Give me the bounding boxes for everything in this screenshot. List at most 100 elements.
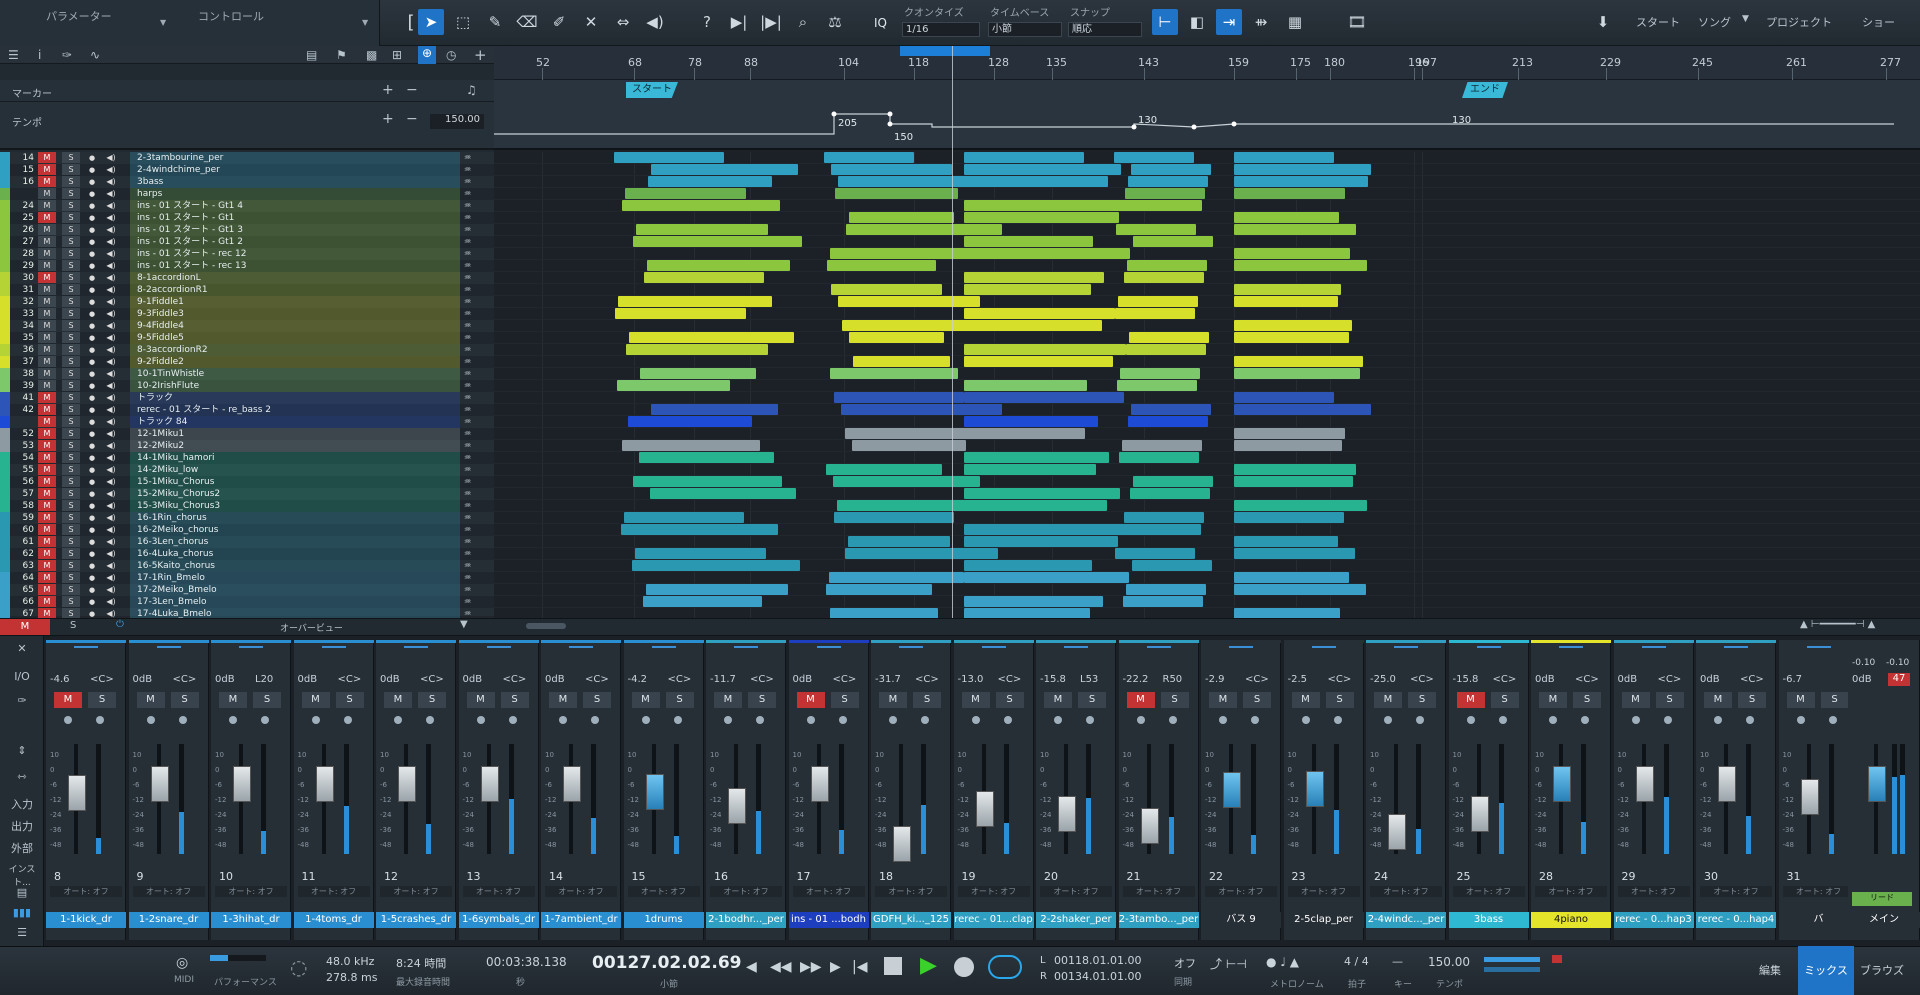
record-arm-icon[interactable]: ● bbox=[86, 356, 98, 367]
track-color-swatch[interactable] bbox=[0, 548, 10, 560]
start-page-tab[interactable]: スタート bbox=[1636, 14, 1680, 30]
track-solo-button[interactable]: S bbox=[62, 452, 80, 463]
monitor-enable-icon[interactable] bbox=[1003, 716, 1012, 724]
volume-fader[interactable] bbox=[1635, 766, 1654, 802]
channel-name[interactable]: rerec - 01...clap bbox=[953, 912, 1034, 928]
audio-event-clip[interactable] bbox=[626, 344, 768, 355]
track-name[interactable]: 8-3accordionR2 bbox=[137, 344, 208, 356]
close-mixer-icon[interactable]: ✕ bbox=[4, 642, 40, 655]
track-name[interactable]: 17-3Len_Bmelo bbox=[137, 596, 207, 608]
pan-readout[interactable]: <C> bbox=[833, 674, 857, 685]
track-name[interactable]: 16-4Luka_chorus bbox=[137, 548, 213, 560]
track-header-row[interactable]: 24 M S ● ◀) ins - 01 スタート - Gt1 4 ♒ bbox=[0, 200, 494, 212]
audio-event-clip[interactable] bbox=[1234, 164, 1371, 175]
audio-event-clip[interactable] bbox=[964, 572, 1129, 583]
pan-knob[interactable] bbox=[1229, 646, 1253, 656]
monitor-enable-icon[interactable] bbox=[921, 716, 929, 724]
audio-event-clip[interactable] bbox=[1126, 344, 1206, 355]
strip-mute-button[interactable]: M bbox=[549, 692, 577, 708]
track-name[interactable]: harps bbox=[137, 188, 162, 200]
track-solo-button[interactable]: S bbox=[62, 368, 80, 379]
automation-mode-button[interactable]: オート: オフ bbox=[1040, 886, 1112, 897]
pan-knob[interactable] bbox=[1559, 646, 1583, 656]
timeline-ruler[interactable]: 52 68 78 88 104 118 128 135 143 159 175 180 196 197 21… bbox=[494, 46, 1920, 80]
volume-readout[interactable]: -31.7 bbox=[875, 674, 901, 685]
strip-mute-button[interactable]: M bbox=[466, 692, 495, 708]
track-lane[interactable] bbox=[494, 572, 1920, 584]
record-enable-icon[interactable] bbox=[1054, 716, 1062, 724]
rewind-icon[interactable]: ◀◀ bbox=[770, 959, 792, 975]
track-lane[interactable] bbox=[494, 152, 1920, 164]
snap-toggle-icon[interactable]: ⊢ bbox=[1152, 9, 1178, 35]
strip-mute-button[interactable]: M bbox=[1209, 692, 1237, 708]
audio-event-clip[interactable] bbox=[1114, 152, 1194, 163]
pan-knob[interactable] bbox=[486, 646, 511, 656]
track-mute-button[interactable]: M bbox=[38, 260, 56, 271]
power-icon[interactable]: ⏻ bbox=[116, 619, 124, 630]
track-header-row[interactable]: 60 M S ● ◀) 16-2Meiko_chorus ♒ bbox=[0, 524, 494, 536]
pan-knob[interactable] bbox=[1641, 646, 1666, 656]
mute-tool-icon[interactable]: ✕ bbox=[578, 9, 604, 35]
audio-event-clip[interactable] bbox=[964, 176, 1108, 187]
pan-knob[interactable] bbox=[734, 646, 758, 656]
track-color-swatch[interactable] bbox=[0, 512, 10, 524]
audio-event-clip[interactable] bbox=[1124, 272, 1204, 283]
track-color-swatch[interactable] bbox=[0, 464, 10, 476]
main-volume[interactable]: 0dB bbox=[1852, 674, 1872, 685]
audio-event-clip[interactable] bbox=[644, 272, 764, 283]
play-button[interactable]: ▶ bbox=[920, 953, 937, 978]
pan-knob[interactable] bbox=[239, 646, 263, 656]
track-color-swatch[interactable] bbox=[0, 428, 10, 440]
track-lane[interactable] bbox=[494, 584, 1920, 596]
monitor-icon[interactable]: ◀) bbox=[102, 452, 120, 463]
meter-icon[interactable]: ▮▮▮ bbox=[4, 906, 40, 919]
tempo-display[interactable]: 150.00 bbox=[1428, 955, 1470, 969]
track-header-row[interactable]: 26 M S ● ◀) ins - 01 スタート - Gt1 3 ♒ bbox=[0, 224, 494, 236]
monitor-icon[interactable]: ◀) bbox=[102, 404, 120, 415]
audio-event-clip[interactable] bbox=[964, 524, 1131, 535]
automation-mode-button[interactable]: オート: オフ bbox=[1370, 886, 1442, 897]
channel-name[interactable]: 4piano bbox=[1531, 912, 1611, 928]
strip-solo-button[interactable]: S bbox=[665, 692, 694, 708]
volume-fader[interactable] bbox=[1305, 770, 1324, 807]
record-enable-icon[interactable] bbox=[1219, 716, 1227, 724]
track-name[interactable]: 8-1accordionL bbox=[137, 272, 201, 284]
monitor-enable-icon[interactable] bbox=[1828, 716, 1837, 724]
clip-indicator[interactable]: 47 bbox=[1888, 673, 1910, 686]
audio-event-clip[interactable] bbox=[1115, 548, 1195, 559]
track-color-swatch[interactable] bbox=[0, 500, 10, 512]
track-mute-button[interactable]: M bbox=[38, 596, 56, 607]
track-mute-button[interactable]: M bbox=[38, 548, 56, 559]
audio-event-clip[interactable] bbox=[964, 608, 1090, 618]
song-dropdown-icon[interactable]: ▼ bbox=[1742, 14, 1749, 24]
track-mute-button[interactable]: M bbox=[38, 416, 56, 427]
volume-fader[interactable] bbox=[1223, 771, 1241, 808]
audio-event-clip[interactable] bbox=[964, 356, 1113, 367]
snap-select[interactable]: 順応 bbox=[1068, 22, 1142, 37]
volume-readout[interactable]: -11.7 bbox=[710, 674, 736, 685]
strip-solo-button[interactable]: S bbox=[418, 692, 446, 708]
audio-event-clip[interactable] bbox=[964, 536, 1118, 547]
pan-knob[interactable] bbox=[816, 646, 841, 656]
quantize-select[interactable]: 1/16 bbox=[902, 22, 980, 37]
audio-event-clip[interactable] bbox=[845, 548, 998, 559]
track-lane[interactable] bbox=[494, 356, 1920, 368]
channel-name[interactable]: 2-5clap_per bbox=[1283, 912, 1364, 928]
monitor-icon[interactable]: ◀) bbox=[102, 596, 120, 607]
track-color-swatch[interactable] bbox=[0, 176, 10, 188]
track-name[interactable]: rerec - 01 スタート - re_bass 2 bbox=[137, 404, 271, 416]
audio-event-clip[interactable] bbox=[1234, 572, 1349, 583]
timebase-select[interactable]: 小節 bbox=[988, 22, 1062, 37]
track-lane[interactable] bbox=[494, 368, 1920, 380]
volume-fader[interactable] bbox=[1140, 808, 1159, 845]
pan-knob[interactable] bbox=[651, 646, 676, 656]
metronome-icon[interactable]: ● ♩ ▲ bbox=[1266, 955, 1299, 969]
bars-display[interactable]: 00127.02.02.69 bbox=[592, 953, 742, 973]
record-arm-icon[interactable]: ● bbox=[86, 488, 98, 499]
volume-readout[interactable]: 0dB bbox=[380, 674, 400, 685]
audio-event-clip[interactable] bbox=[640, 368, 756, 379]
record-arm-icon[interactable]: ● bbox=[86, 308, 98, 319]
track-name[interactable]: 15-2Miku_Chorus2 bbox=[137, 488, 220, 500]
track-lane[interactable] bbox=[494, 260, 1920, 272]
volume-readout[interactable]: 0dB bbox=[1618, 674, 1638, 685]
